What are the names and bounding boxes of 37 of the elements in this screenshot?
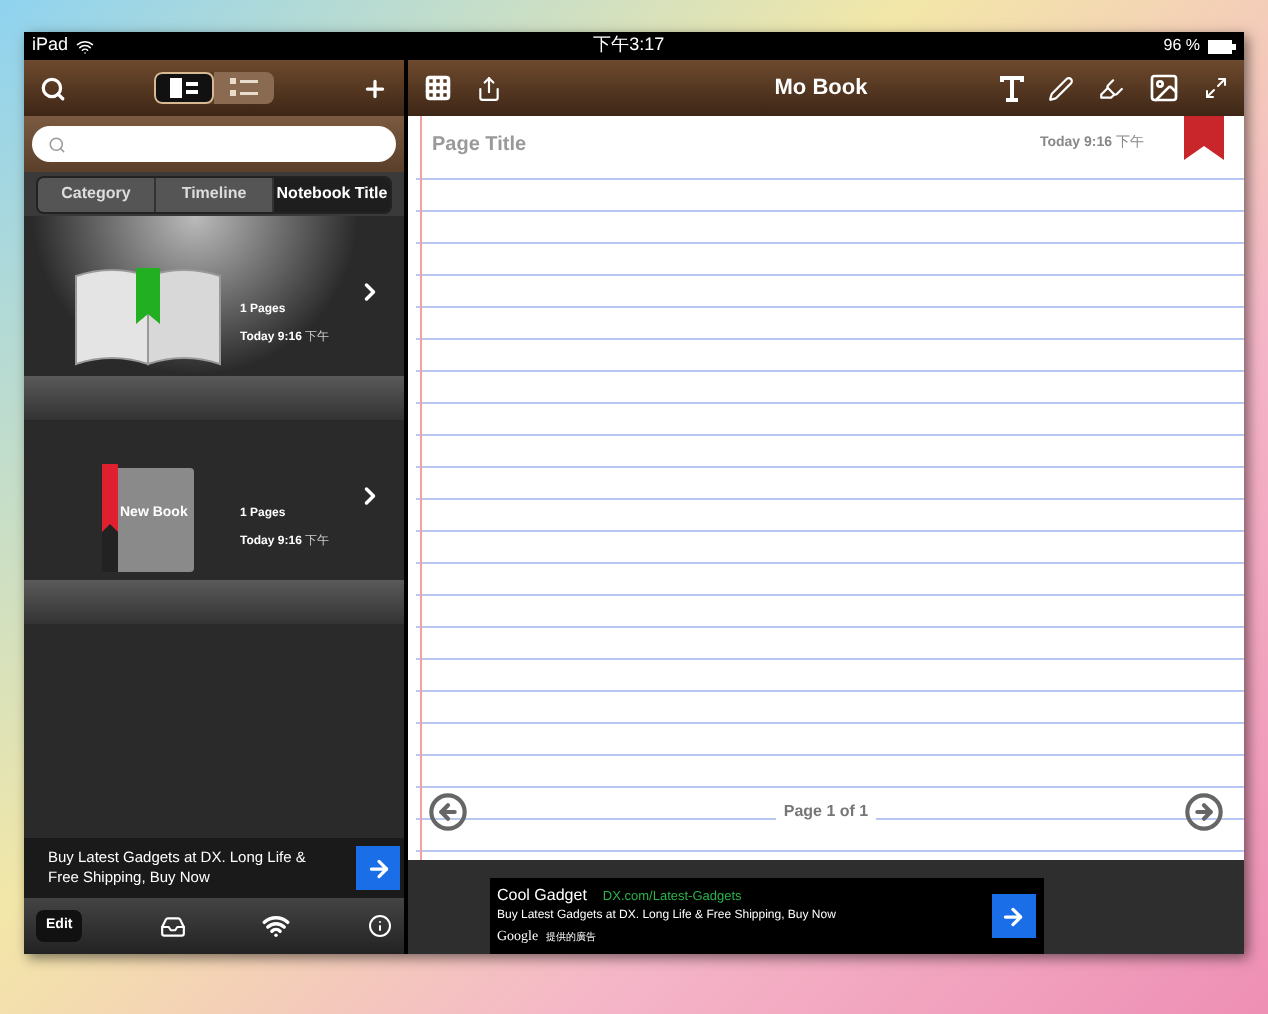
image-icon[interactable] [1148, 72, 1180, 104]
bookmark-ribbon-icon [1184, 116, 1224, 160]
next-page-icon[interactable] [1184, 792, 1224, 832]
closed-book-icon [98, 464, 198, 572]
marker-icon[interactable] [1098, 75, 1124, 101]
inbox-icon[interactable] [159, 913, 186, 939]
notebook-title: Mo Book [772, 73, 870, 104]
segment-tab[interactable]: Category [38, 177, 154, 211]
page-indicator: Page 1 of 1 [775, 800, 877, 824]
battery-icon [1208, 39, 1236, 53]
info-icon[interactable] [367, 914, 392, 938]
arrow-right-icon [365, 855, 391, 881]
share-icon[interactable] [476, 75, 502, 101]
battery-label: 96 % [1163, 34, 1200, 58]
wifi-icon[interactable] [262, 912, 291, 940]
grid-icon[interactable] [424, 74, 452, 102]
previous-page-icon[interactable] [428, 792, 468, 832]
list-view-icon [230, 78, 258, 98]
add-icon[interactable] [362, 75, 388, 101]
view-mode-tab[interactable] [154, 72, 214, 104]
search-icon[interactable] [40, 75, 66, 101]
arrow-right-icon [1000, 903, 1026, 929]
pen-icon[interactable] [1048, 75, 1074, 101]
carrier-label: iPad [32, 32, 69, 59]
ad-title: Cool Gadget [497, 884, 587, 909]
open-book-icon [72, 264, 224, 368]
segment-tab[interactable]: Timeline [154, 177, 272, 211]
search-icon [48, 135, 66, 153]
clock: 下午3:17 [593, 32, 665, 59]
expand-icon[interactable] [1204, 76, 1228, 100]
page-title: Page Title [432, 131, 527, 159]
text-tool-icon[interactable] [1000, 75, 1024, 101]
ad-arrow-button[interactable] [991, 894, 1035, 938]
single-view-icon [170, 78, 198, 98]
segment-tab[interactable]: Notebook Title [272, 177, 390, 211]
search-field[interactable] [32, 126, 396, 162]
wifi-icon [76, 37, 95, 55]
